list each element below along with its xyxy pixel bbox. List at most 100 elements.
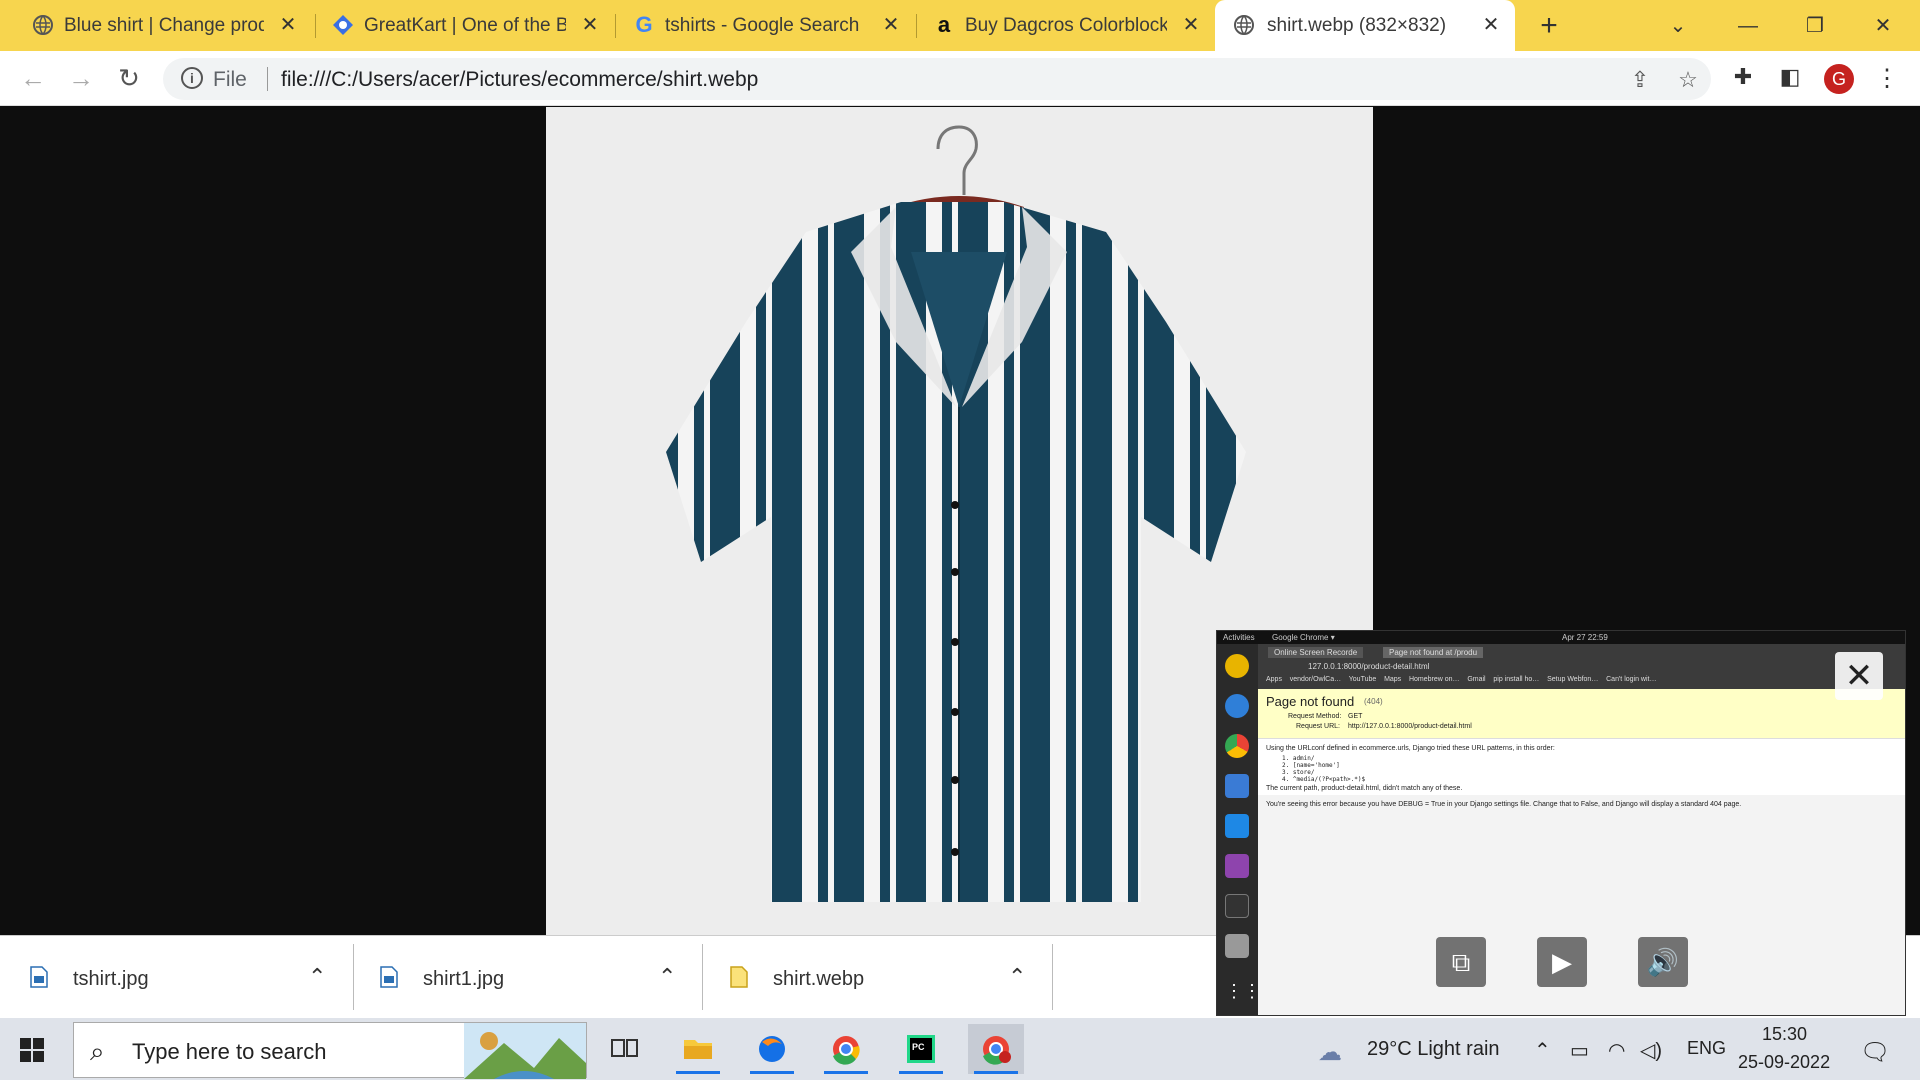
profile-avatar[interactable]: G xyxy=(1824,64,1854,94)
activities-label: Activities xyxy=(1223,633,1255,642)
battery-icon[interactable]: ▭ xyxy=(1570,1038,1589,1063)
app-grid-icon: ⋮⋮ xyxy=(1225,981,1261,1001)
forward-button[interactable]: → xyxy=(66,63,96,93)
chrome-profile-icon[interactable] xyxy=(968,1024,1024,1074)
taskbar-search-box[interactable]: ⌕ Type here to search xyxy=(73,1022,587,1079)
notification-icon[interactable]: 🗨 xyxy=(1860,1038,1890,1067)
address-url[interactable]: file:///C:/Users/acer/Pictures/ecommerce… xyxy=(281,68,758,92)
address-bar[interactable]: i File file:///C:/Users/acer/Pictures/ec… xyxy=(163,58,1711,100)
download-item[interactable]: shirt1.jpg ⌃ xyxy=(350,936,700,1019)
chevron-up-icon[interactable]: ⌃ xyxy=(1008,964,1026,990)
tab-shirt-webp[interactable]: shirt.webp (832×832) ✕ xyxy=(1215,0,1515,51)
reload-button[interactable]: ↻ xyxy=(114,63,144,93)
active-indicator xyxy=(676,1071,720,1074)
close-window-button[interactable]: ✕ xyxy=(1865,8,1901,44)
download-filename: shirt1.jpg xyxy=(423,968,505,990)
new-tab-button[interactable]: + xyxy=(1531,8,1567,44)
weather-icon[interactable]: ☁ xyxy=(1318,1038,1342,1067)
chevron-up-icon[interactable]: ⌃ xyxy=(308,964,326,990)
close-icon[interactable]: ✕ xyxy=(879,13,903,37)
webp-file-icon xyxy=(730,966,748,988)
pip-bookmark: Can't login wit… xyxy=(1606,676,1657,683)
firefox-icon[interactable] xyxy=(744,1024,800,1074)
active-indicator xyxy=(750,1071,794,1074)
language-indicator[interactable]: ENG xyxy=(1687,1038,1726,1059)
pip-bookmark: Homebrew on… xyxy=(1408,676,1460,683)
pip-bookmarks-bar: Apps vendor/OwlCa… YouTube Maps Homebrew… xyxy=(1266,676,1656,683)
tab-blue-shirt[interactable]: Blue shirt | Change produ ✕ xyxy=(30,0,300,51)
clock-time[interactable]: 15:30 xyxy=(1762,1024,1807,1045)
info-icon[interactable]: i xyxy=(181,67,203,89)
globe-icon xyxy=(1233,14,1255,36)
error-title: Page not found xyxy=(1266,694,1355,709)
error-body-line: Using the URLconf defined in ecommerce.u… xyxy=(1266,745,1555,752)
amazon-icon: a xyxy=(937,12,951,37)
image-file-icon xyxy=(30,966,48,988)
download-filename: tshirt.jpg xyxy=(73,968,149,990)
download-item[interactable]: tshirt.jpg ⌃ xyxy=(0,936,350,1019)
download-item[interactable]: shirt.webp ⌃ xyxy=(700,936,1050,1019)
restore-button[interactable]: ❐ xyxy=(1797,8,1833,44)
pip-back-to-tab-button[interactable]: ⧉ xyxy=(1436,937,1486,987)
request-url: http://127.0.0.1:8000/product-detail.htm… xyxy=(1348,723,1472,730)
tab-amazon[interactable]: a Buy Dagcros Colorblock T ✕ xyxy=(931,0,1203,51)
address-scheme: File xyxy=(213,68,247,91)
browser-toolbar: ← → ↻ i File file:///C:/Users/acer/Pictu… xyxy=(0,51,1920,106)
pip-tab: Online Screen Recorde xyxy=(1268,647,1364,658)
file-explorer-icon[interactable] xyxy=(670,1024,726,1074)
minimize-button[interactable]: — xyxy=(1730,8,1766,44)
close-icon[interactable]: ✕ xyxy=(1179,13,1203,37)
tab-greatkart[interactable]: GreatKart | One of the Big ✕ xyxy=(330,0,602,51)
back-button[interactable]: ← xyxy=(18,63,48,93)
tab-strip: Blue shirt | Change produ ✕ GreatKart | … xyxy=(0,0,1920,51)
url-pattern: 1. admin/ xyxy=(1282,755,1315,762)
text-editor-icon xyxy=(1225,774,1249,798)
svg-text:PC: PC xyxy=(912,1042,925,1052)
clock-label: Apr 27 22:59 xyxy=(1562,633,1608,642)
tab-google-search[interactable]: G tshirts - Google Search ✕ xyxy=(631,0,903,51)
tab-title: GreatKart | One of the Big xyxy=(364,14,566,36)
close-icon[interactable]: ✕ xyxy=(276,13,300,37)
pip-play-button[interactable]: ▶ xyxy=(1537,937,1587,987)
pip-close-button[interactable]: ✕ xyxy=(1835,652,1883,700)
chevron-up-icon[interactable]: ⌃ xyxy=(1534,1038,1551,1063)
active-indicator xyxy=(824,1071,868,1074)
tab-search-chevron-icon[interactable]: ⌄ xyxy=(1660,8,1696,44)
request-url-label: Request URL: xyxy=(1296,723,1340,730)
pycharm-icon[interactable]: PC xyxy=(893,1024,949,1074)
pip-volume-button[interactable]: 🔊 xyxy=(1638,937,1688,987)
pip-bookmark: pip install ho… xyxy=(1493,676,1540,683)
greatkart-icon xyxy=(332,14,354,36)
terminal-icon xyxy=(1225,894,1249,918)
tab-title: shirt.webp (832×832) xyxy=(1267,14,1447,36)
side-panel-icon[interactable]: ◧ xyxy=(1775,64,1805,94)
search-highlight-art xyxy=(464,1023,586,1079)
extensions-puzzle-icon[interactable]: ✚ xyxy=(1728,64,1758,94)
menu-kebab-icon[interactable]: ⋮ xyxy=(1872,64,1902,94)
bookmark-star-icon[interactable]: ☆ xyxy=(1675,67,1701,93)
chevron-up-icon[interactable]: ⌃ xyxy=(658,964,676,990)
error-body-line: The current path, product-detail.html, d… xyxy=(1266,785,1463,792)
task-view-icon[interactable] xyxy=(596,1024,652,1074)
tab-title: tshirts - Google Search xyxy=(665,14,860,36)
tab-separator xyxy=(615,14,616,38)
search-placeholder: Type here to search xyxy=(132,1039,327,1064)
windows-start-icon[interactable] xyxy=(20,1038,44,1062)
close-icon[interactable]: ✕ xyxy=(578,13,602,37)
address-divider xyxy=(267,67,268,91)
pip-browser-chrome: Online Screen Recorde Page not found at … xyxy=(1258,644,1905,689)
share-icon[interactable]: ⇪ xyxy=(1627,67,1653,93)
clock-date[interactable]: 25-09-2022 xyxy=(1738,1052,1830,1073)
close-icon[interactable]: ✕ xyxy=(1479,13,1503,37)
weather-text[interactable]: 29°C Light rain xyxy=(1367,1038,1500,1061)
pip-tab: Page not found at /produ xyxy=(1383,647,1484,658)
error-header: Page not found (404) Request Method: GET… xyxy=(1258,689,1905,739)
ubuntu-topbar: Activities Google Chrome ▾ Apr 27 22:59 xyxy=(1217,631,1905,644)
wifi-icon[interactable]: ◠ xyxy=(1608,1038,1625,1063)
chrome-icon[interactable] xyxy=(818,1024,874,1074)
url-pattern: 2. [name='home'] xyxy=(1282,762,1340,769)
volume-icon[interactable]: ◁) xyxy=(1640,1038,1662,1063)
pip-bookmark: Apps xyxy=(1266,676,1282,683)
url-pattern: 4. ^media/(?P<path>.*)$ xyxy=(1282,776,1366,783)
ubuntu-dock: ⋮⋮ xyxy=(1217,644,1261,1015)
